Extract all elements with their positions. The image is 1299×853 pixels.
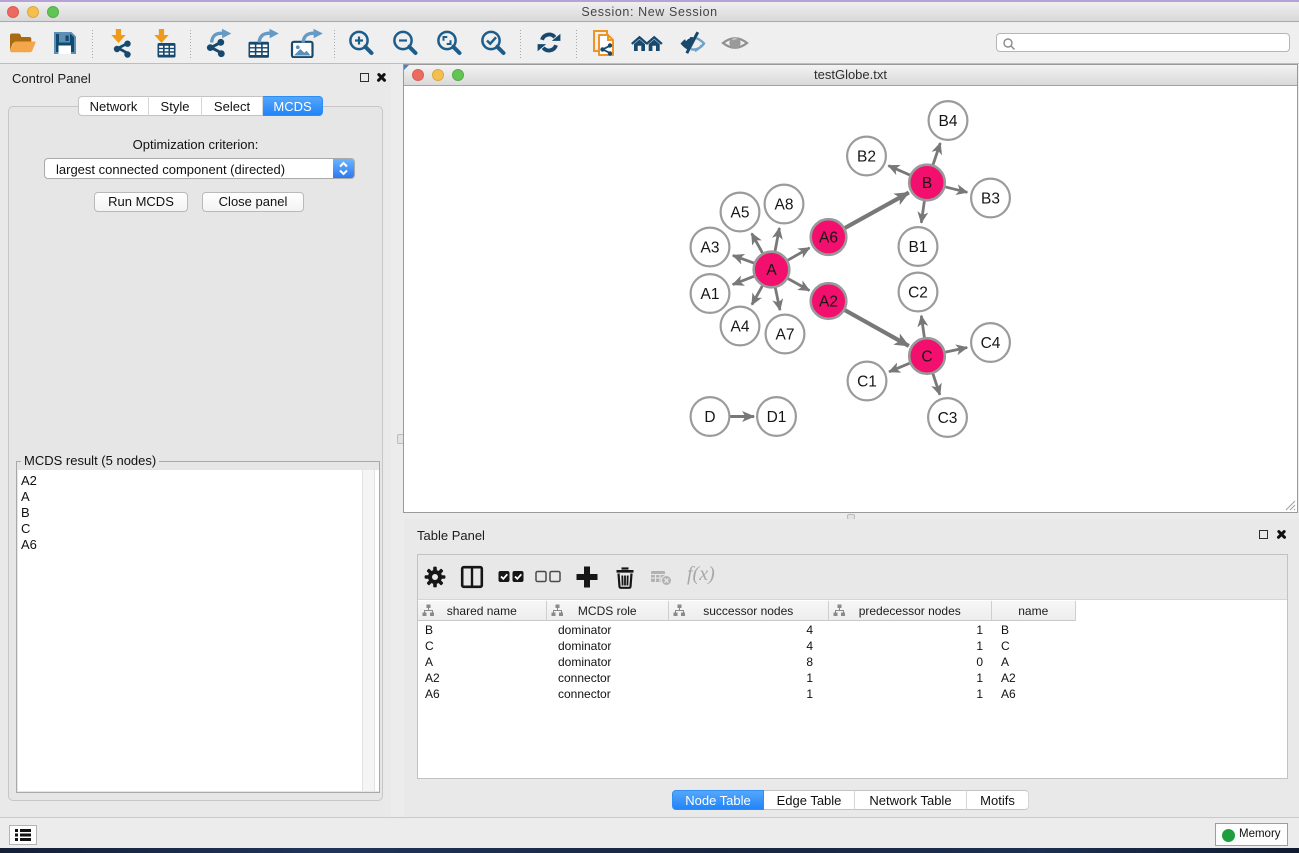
svg-text:C: C (921, 349, 932, 366)
svg-text:A7: A7 (776, 327, 795, 344)
svg-text:C2: C2 (908, 285, 928, 302)
svg-text:B: B (922, 175, 932, 192)
svg-text:C1: C1 (857, 374, 877, 391)
svg-text:A8: A8 (775, 197, 794, 214)
svg-text:A5: A5 (731, 205, 750, 222)
svg-text:A: A (766, 262, 777, 279)
svg-text:B2: B2 (857, 149, 876, 166)
svg-text:C3: C3 (938, 410, 958, 427)
svg-text:D1: D1 (767, 409, 787, 426)
svg-text:C4: C4 (981, 335, 1001, 352)
svg-text:B1: B1 (909, 239, 928, 256)
svg-text:A6: A6 (819, 230, 838, 247)
svg-text:A3: A3 (701, 240, 720, 257)
svg-text:A1: A1 (701, 286, 720, 303)
svg-text:A2: A2 (819, 294, 838, 311)
svg-text:D: D (704, 409, 715, 426)
svg-text:B4: B4 (939, 113, 958, 130)
svg-text:B3: B3 (981, 191, 1000, 208)
svg-text:A4: A4 (731, 319, 750, 336)
